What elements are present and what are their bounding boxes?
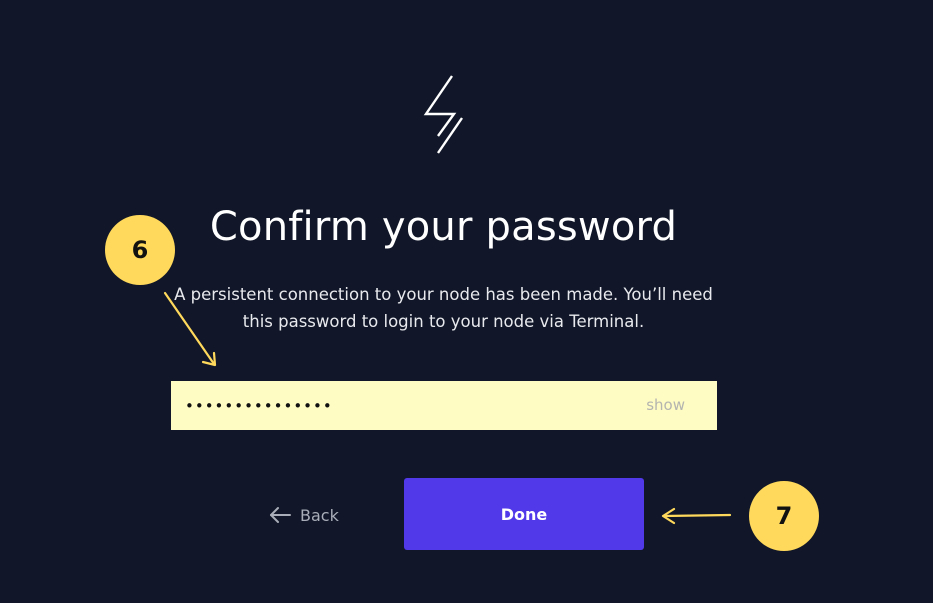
lightning-bolt-icon — [423, 75, 463, 154]
arrow-left-icon — [270, 507, 291, 523]
step-badge-7: 7 — [749, 481, 819, 551]
password-confirm-screen: Confirm your password A persistent conne… — [0, 0, 933, 603]
done-button-label: Done — [500, 504, 548, 524]
annotation-arrow-7 — [661, 507, 732, 525]
show-password-toggle[interactable]: show — [646, 396, 685, 414]
password-field: show — [171, 381, 717, 430]
done-button[interactable]: Done — [404, 478, 644, 550]
password-input[interactable] — [185, 381, 625, 430]
back-button[interactable]: Back — [268, 500, 339, 530]
page-description: A persistent connection to your node has… — [174, 285, 713, 331]
step-badge-6: 6 — [105, 215, 175, 285]
back-button-label: Back — [300, 505, 339, 525]
